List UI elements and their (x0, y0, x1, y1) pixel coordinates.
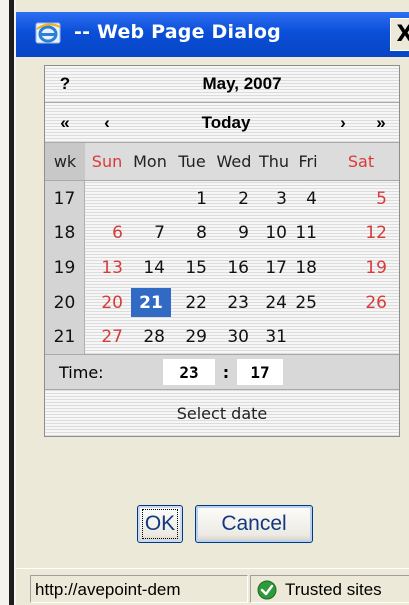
day-cell[interactable]: 9 (213, 216, 255, 250)
weekday-header: Sun (91, 152, 123, 171)
help-button[interactable]: ? (45, 66, 85, 102)
weekday-header: Sat (347, 152, 375, 171)
day-cell[interactable]: 17 (255, 250, 293, 285)
hour-field[interactable]: 23 (163, 359, 215, 385)
time-label: Time: (59, 362, 104, 382)
next-month-button[interactable]: › (323, 103, 363, 142)
today-button[interactable]: Today (129, 103, 323, 142)
weekday-header: Fri (298, 152, 318, 171)
window-left-edge (0, 0, 16, 605)
day-cell[interactable] (293, 320, 323, 354)
week-number: 19 (45, 250, 85, 285)
day-cell[interactable]: 25 (293, 285, 323, 320)
select-date-button[interactable]: Select date (45, 390, 399, 436)
week-number: 17 (45, 181, 85, 216)
prev-year-button[interactable]: « (45, 103, 85, 142)
weekday-header: Tue (178, 152, 206, 171)
day-cell[interactable]: 28 (129, 320, 171, 354)
day-cell[interactable]: 27 (85, 320, 129, 354)
window-title: -- Web Page Dialog (74, 21, 281, 43)
time-separator: : (222, 362, 230, 382)
weekday-header: Mon (133, 152, 167, 171)
day-cell[interactable]: 15 (171, 250, 213, 285)
day-cell[interactable]: 1 (171, 181, 213, 216)
day-cell[interactable]: 22 (171, 285, 213, 320)
day-cell[interactable] (323, 320, 399, 354)
week-number: 21 (45, 320, 85, 354)
day-cell[interactable]: 12 (323, 216, 399, 250)
ie-icon (35, 22, 61, 44)
weekday-header-row: wk Sun Mon Tue Wed Thu Fri Sat (45, 143, 399, 181)
zone-label: Trusted sites (285, 580, 382, 599)
status-bar: http://avepoint-dem Trusted sites (16, 568, 409, 605)
month-year-label: May, 2007 (202, 74, 282, 93)
day-cell[interactable]: 16 (213, 250, 255, 285)
prev-month-button[interactable]: ‹ (85, 103, 129, 142)
day-cell[interactable]: 14 (129, 250, 171, 285)
week-row: 17 1 2 3 4 5 (45, 181, 399, 216)
calendar: ? May, 2007 « ‹ Today › » wk Sun Mon Tue… (44, 65, 400, 437)
week-row: 18 6 7 8 9 10 11 12 (45, 216, 399, 250)
week-number-header: wk (45, 143, 85, 180)
week-number: 18 (45, 216, 85, 250)
day-cell[interactable]: 26 (323, 285, 399, 320)
security-zone[interactable]: Trusted sites (250, 575, 409, 603)
calendar-header-row: ? May, 2007 (45, 66, 399, 103)
title-bar: -- Web Page Dialog X (16, 12, 409, 57)
day-cell[interactable]: 23 (213, 285, 255, 320)
day-cell[interactable]: 6 (85, 216, 129, 250)
week-row: 20 20 21 22 23 24 25 26 (45, 285, 399, 320)
week-row: 19 13 14 15 16 17 18 19 (45, 250, 399, 285)
day-cell[interactable]: 30 (213, 320, 255, 354)
weekday-header: Thu (258, 152, 290, 171)
next-year-button[interactable]: » (363, 103, 399, 142)
day-cell[interactable]: 20 (85, 285, 129, 320)
day-cell[interactable]: 10 (255, 216, 293, 250)
status-url: http://avepoint-dem (30, 575, 248, 603)
day-cell[interactable]: 31 (255, 320, 293, 354)
trusted-sites-check-icon (257, 580, 277, 600)
day-cell[interactable]: 5 (323, 181, 399, 216)
day-cell[interactable]: 7 (129, 216, 171, 250)
day-cell[interactable]: 8 (171, 216, 213, 250)
day-cell[interactable]: 13 (85, 250, 129, 285)
calendar-grid: 17 1 2 3 4 5 18 6 7 8 9 10 11 12 19 13 1… (45, 181, 399, 354)
day-cell[interactable]: 3 (255, 181, 293, 216)
cancel-button[interactable]: Cancel (195, 505, 313, 543)
day-cell-selected[interactable]: 21 (131, 288, 171, 317)
day-cell[interactable]: 29 (171, 320, 213, 354)
day-cell[interactable] (129, 181, 171, 216)
day-cell[interactable]: 18 (293, 250, 323, 285)
day-cell[interactable]: 11 (293, 216, 323, 250)
calendar-nav-row: « ‹ Today › » (45, 103, 399, 143)
day-cell[interactable]: 4 (293, 181, 323, 216)
day-cell[interactable]: 19 (323, 250, 399, 285)
ok-button[interactable]: OK (137, 505, 183, 543)
day-cell[interactable] (85, 181, 129, 216)
weekday-header: Wed (216, 152, 252, 171)
day-cell[interactable]: 24 (255, 285, 293, 320)
close-button[interactable]: X (390, 18, 409, 51)
week-row: 21 27 28 29 30 31 (45, 320, 399, 354)
minute-field[interactable]: 17 (237, 359, 283, 385)
ok-button-label: OK (141, 509, 179, 539)
week-number: 20 (45, 285, 85, 320)
day-cell[interactable]: 2 (213, 181, 255, 216)
time-row: Time: 23 : 17 (45, 354, 399, 390)
